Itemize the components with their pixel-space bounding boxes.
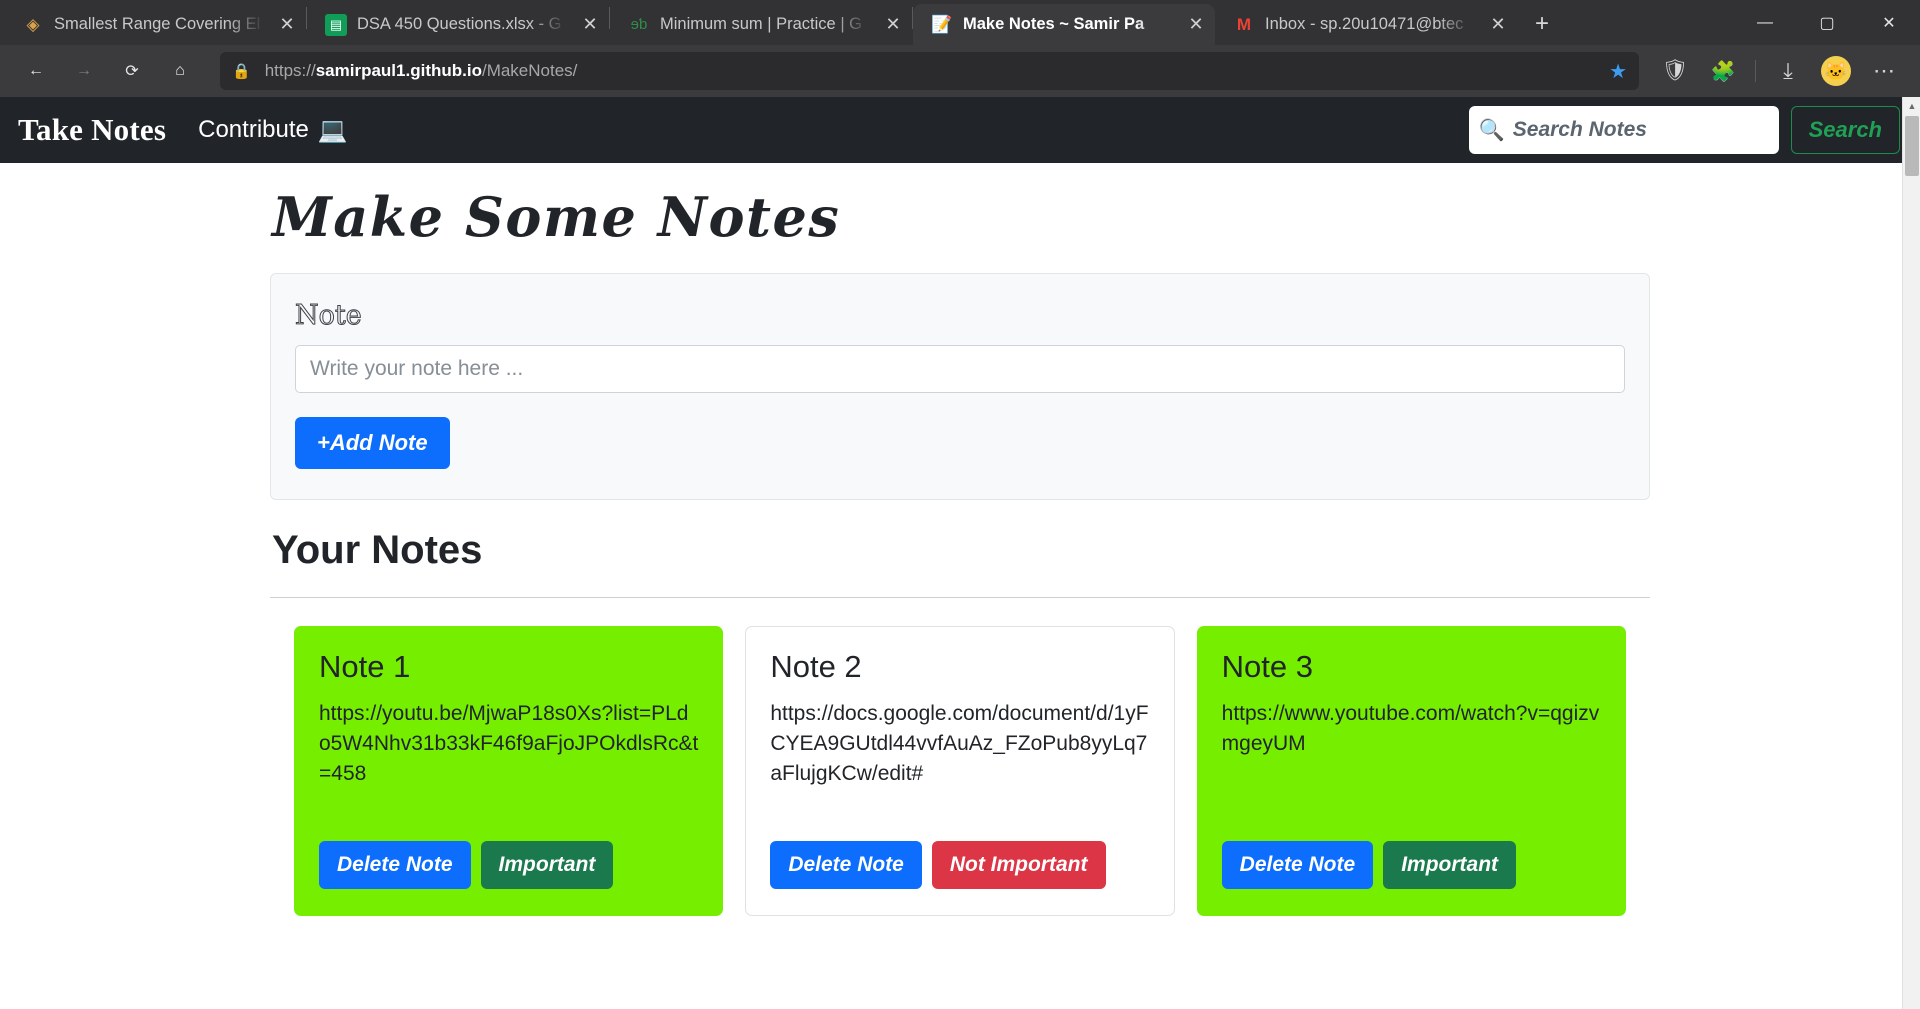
cat-avatar-icon: 🐱	[1821, 56, 1851, 86]
search-input[interactable]	[1512, 118, 1769, 142]
back-icon[interactable]: ←	[14, 51, 58, 91]
tab-title: Make Notes ~ Samir Pa	[963, 15, 1145, 33]
page-title: Make Some Notes	[272, 185, 841, 249]
browser-tab-2[interactable]: ▤ DSA 450 Questions.xlsx - G ✕	[307, 4, 609, 45]
browser-tab-3[interactable]: ɘƅ Minimum sum | Practice | G ✕	[610, 4, 912, 45]
toggle-important-button[interactable]: Important	[1383, 841, 1517, 889]
new-tab-button[interactable]: +	[1523, 5, 1561, 43]
note-body: https://youtu.be/MjwaP18s0Xs?list=PLdo5W…	[319, 702, 699, 785]
window-controls: — ▢ ✕	[1734, 0, 1920, 45]
url-scheme: https://	[264, 61, 316, 80]
browser-tab-1[interactable]: ◈ Smallest Range Covering El ✕	[4, 4, 306, 45]
site-navbar: Take Notes Contribute 💻 🔍 Search	[0, 97, 1920, 163]
profile-avatar[interactable]: 🐱	[1814, 51, 1858, 91]
address-bar[interactable]: 🔒 https://samirpaul1.github.io/MakeNotes…	[220, 52, 1639, 90]
note-card: Note 3 https://www.youtube.com/watch?v=q…	[1196, 626, 1626, 916]
note-title: Note 1	[319, 649, 411, 684]
tab-close-icon[interactable]: ✕	[1485, 12, 1511, 38]
delete-note-button[interactable]: Delete Note	[319, 841, 471, 889]
delete-note-button[interactable]: Delete Note	[1221, 841, 1374, 889]
laptop-icon: 💻	[317, 116, 348, 144]
close-window-button[interactable]: ✕	[1858, 0, 1920, 45]
tab-strip: ◈ Smallest Range Covering El ✕ ▤ DSA 450…	[0, 0, 1920, 45]
tab-close-icon[interactable]: ✕	[274, 12, 300, 38]
site-brand[interactable]: Take Notes	[18, 112, 166, 148]
note-actions: Delete Note Important	[319, 841, 698, 889]
browser-tab-4-active[interactable]: 📝 Make Notes ~ Samir Pa ✕	[913, 4, 1215, 45]
browser-menu-icon[interactable]: ⋯	[1862, 51, 1906, 91]
tab-title: Minimum sum | Practice | G	[660, 15, 863, 33]
leetcode-icon: ◈	[26, 15, 40, 34]
note-title: Note 2	[770, 649, 862, 684]
notepad-icon: 📝	[931, 15, 953, 34]
note-title: Note 3	[1221, 649, 1313, 684]
toolbar-separator	[1755, 60, 1756, 82]
delete-note-button[interactable]: Delete Note	[770, 841, 922, 889]
page-container: Make Some Notes Note +Add Note Your Note…	[270, 163, 1650, 916]
search-icon: 🔍	[1478, 118, 1505, 142]
tab-title: DSA 450 Questions.xlsx - G	[357, 15, 562, 33]
url-text: https://samirpaul1.github.io/MakeNotes/	[265, 61, 1595, 81]
browser-window: ◈ Smallest Range Covering El ✕ ▤ DSA 450…	[0, 0, 1920, 1009]
note-input[interactable]	[295, 345, 1625, 393]
search-box[interactable]: 🔍	[1468, 106, 1779, 154]
browser-toolbar: ← → ⟳ ⌂ 🔒 https://samirpaul1.github.io/M…	[0, 45, 1920, 97]
contribute-label: Contribute	[198, 116, 309, 143]
note-actions: Delete Note Not Important	[770, 841, 1149, 889]
bookmark-star-icon[interactable]: ★	[1609, 59, 1627, 84]
forward-icon[interactable]: →	[62, 51, 106, 91]
google-sheets-icon: ▤	[325, 13, 347, 36]
note-card: Note 1 https://youtu.be/MjwaP18s0Xs?list…	[294, 626, 724, 916]
search-button[interactable]: Search	[1790, 106, 1900, 154]
tab-close-icon[interactable]: ✕	[1183, 12, 1209, 38]
nav-link-contribute[interactable]: Contribute 💻	[198, 116, 348, 145]
page-viewport: Take Notes Contribute 💻 🔍 Search Make So…	[0, 97, 1920, 1009]
toggle-important-button[interactable]: Important	[480, 841, 614, 889]
ublock-origin-icon[interactable]: 🛡	[1653, 51, 1697, 91]
note-body: https://www.youtube.com/watch?v=qgizvmge…	[1221, 702, 1600, 755]
section-divider	[270, 597, 1650, 598]
browser-tab-5[interactable]: M Inbox - sp.20u10471@btec ✕	[1215, 4, 1517, 45]
note-body: https://docs.google.com/document/d/1yFCY…	[770, 702, 1149, 785]
gmail-icon: M	[1236, 15, 1252, 34]
tab-title: Inbox - sp.20u10471@btec	[1265, 15, 1464, 33]
minimize-button[interactable]: —	[1734, 0, 1796, 45]
page-scrollbar[interactable]: ▲	[1902, 97, 1920, 1009]
note-field-label: Note	[295, 300, 363, 332]
home-icon[interactable]: ⌂	[158, 51, 202, 91]
tab-title: Smallest Range Covering El	[54, 15, 261, 33]
tab-close-icon[interactable]: ✕	[880, 12, 906, 38]
extensions-icon[interactable]: 🧩	[1701, 51, 1745, 91]
note-form-card: Note +Add Note	[270, 273, 1650, 500]
note-card: Note 2 https://docs.google.com/document/…	[745, 626, 1175, 916]
notes-section-title: Your Notes	[272, 528, 483, 572]
lock-icon: 🔒	[232, 63, 251, 80]
toggle-important-button[interactable]: Not Important	[931, 841, 1106, 889]
scrollbar-thumb[interactable]	[1905, 116, 1919, 176]
url-host: samirpaul1.github.io	[315, 61, 482, 80]
reload-icon[interactable]: ⟳	[110, 51, 154, 91]
geeksforgeeks-icon: ɘƅ	[630, 16, 648, 33]
scroll-up-icon[interactable]: ▲	[1903, 97, 1920, 115]
maximize-button[interactable]: ▢	[1796, 0, 1858, 45]
note-actions: Delete Note Important	[1221, 841, 1601, 889]
add-note-button[interactable]: +Add Note	[295, 417, 450, 469]
downloads-icon[interactable]: ⤓	[1766, 51, 1810, 91]
notes-grid: Note 1 https://youtu.be/MjwaP18s0Xs?list…	[270, 626, 1650, 916]
tab-close-icon[interactable]: ✕	[577, 12, 603, 38]
url-path: /MakeNotes/	[481, 61, 578, 80]
